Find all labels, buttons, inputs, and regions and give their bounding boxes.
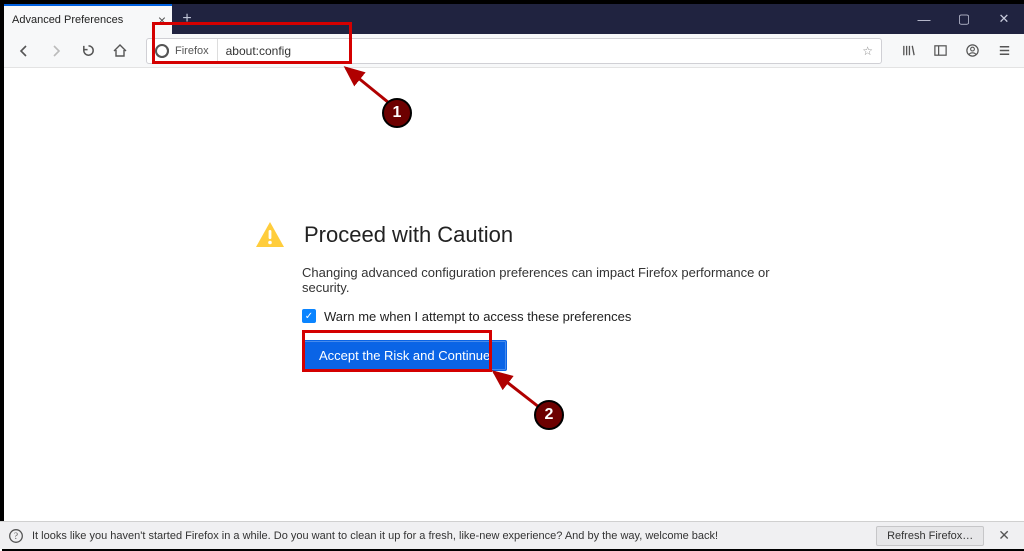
minimize-button[interactable]: — bbox=[904, 4, 944, 34]
refresh-firefox-button[interactable]: Refresh Firefox… bbox=[876, 526, 984, 546]
app-menu-button[interactable] bbox=[990, 38, 1018, 64]
svg-text:?: ? bbox=[14, 531, 18, 541]
notification-close-icon[interactable]: ✕ bbox=[992, 527, 1016, 544]
close-window-button[interactable]: ✕ bbox=[984, 4, 1024, 34]
forward-button[interactable] bbox=[42, 38, 70, 64]
warn-me-checkbox[interactable]: ✓ Warn me when I attempt to access these… bbox=[302, 309, 774, 324]
warning-icon bbox=[254, 219, 286, 251]
checkbox-label: Warn me when I attempt to access these p… bbox=[324, 309, 631, 324]
content-area: Proceed with Caution Changing advanced c… bbox=[4, 68, 1024, 521]
annotation-badge-1: 1 bbox=[382, 98, 412, 128]
annotation-arrow-2 bbox=[484, 366, 564, 426]
checkbox-checked-icon: ✓ bbox=[302, 309, 316, 323]
warning-title: Proceed with Caution bbox=[304, 222, 513, 248]
info-icon: ? bbox=[8, 528, 24, 544]
maximize-button[interactable]: ▢ bbox=[944, 4, 984, 34]
url-text: about:config bbox=[218, 44, 863, 58]
accept-risk-button[interactable]: Accept the Risk and Continue bbox=[302, 340, 507, 371]
notification-message: It looks like you haven't started Firefo… bbox=[32, 530, 868, 542]
back-button[interactable] bbox=[10, 38, 38, 64]
annotation-arrow-1 bbox=[334, 62, 414, 122]
identity-box[interactable]: Firefox bbox=[147, 39, 218, 63]
titlebar: Advanced Preferences × + — ▢ ✕ bbox=[4, 4, 1024, 34]
about-config-warning: Proceed with Caution Changing advanced c… bbox=[254, 219, 774, 371]
close-tab-icon[interactable]: × bbox=[158, 12, 166, 28]
arrow-right-icon bbox=[48, 43, 64, 59]
hamburger-icon bbox=[997, 43, 1012, 58]
notification-bar: ? It looks like you haven't started Fire… bbox=[0, 521, 1024, 549]
annotation-badge-2: 2 bbox=[534, 400, 564, 430]
new-tab-button[interactable]: + bbox=[172, 4, 202, 34]
reload-button[interactable] bbox=[74, 38, 102, 64]
warning-description: Changing advanced configuration preferen… bbox=[302, 265, 774, 295]
home-button[interactable] bbox=[106, 38, 134, 64]
library-button[interactable] bbox=[894, 38, 922, 64]
address-bar[interactable]: Firefox about:config ☆ bbox=[146, 38, 882, 64]
browser-tab[interactable]: Advanced Preferences × bbox=[4, 4, 172, 34]
account-button[interactable] bbox=[958, 38, 986, 64]
identity-label: Firefox bbox=[175, 45, 209, 57]
firefox-icon bbox=[155, 44, 169, 58]
sidebar-icon bbox=[933, 43, 948, 58]
reload-icon bbox=[81, 43, 96, 58]
library-icon bbox=[901, 43, 916, 58]
sidebar-button[interactable] bbox=[926, 38, 954, 64]
nav-toolbar: Firefox about:config ☆ bbox=[4, 34, 1024, 68]
bookmark-star-icon[interactable]: ☆ bbox=[862, 44, 873, 58]
arrow-left-icon bbox=[16, 43, 32, 59]
tab-title: Advanced Preferences bbox=[12, 14, 123, 26]
account-icon bbox=[965, 43, 980, 58]
home-icon bbox=[112, 43, 128, 59]
